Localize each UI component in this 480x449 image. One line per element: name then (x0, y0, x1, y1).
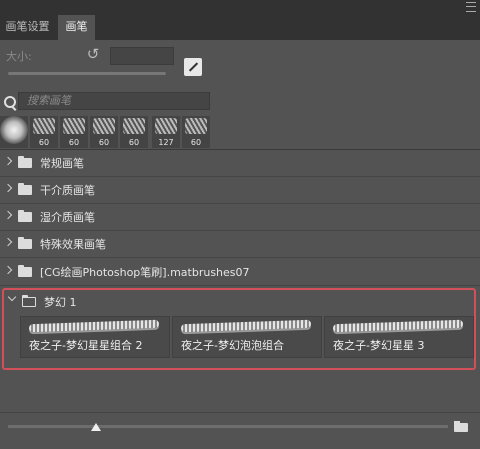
tab-brush-settings[interactable]: 画笔设置 (0, 15, 55, 40)
brush-group-row-expanded[interactable]: 梦幻 1 (4, 289, 474, 315)
brush-edit-icon[interactable] (184, 58, 202, 76)
search-icon (4, 96, 16, 108)
chevron-right-icon[interactable] (3, 237, 13, 247)
folder-icon (18, 265, 32, 277)
preset-size: 60 (68, 138, 80, 147)
reset-icon[interactable]: ↺ (84, 46, 102, 62)
brush-name: 夜之子-梦幻星星 3 (333, 339, 425, 352)
brush-stroke-preview (180, 319, 312, 333)
brush-preset[interactable]: 60 (90, 116, 118, 148)
chevron-right-icon[interactable] (3, 265, 13, 275)
textured-brush-icon (93, 118, 115, 134)
preview-size-slider[interactable] (8, 425, 448, 428)
preset-size: 60 (190, 138, 202, 147)
chevron-right-icon[interactable] (3, 183, 13, 193)
panel-footer (0, 412, 480, 449)
preset-size: 60 (98, 138, 110, 147)
brush-group-row[interactable]: [CG绘画Photoshop笔刷].matbrushes07 (0, 259, 480, 286)
preset-size: 60 (128, 138, 140, 147)
brush-group-row[interactable]: 干介质画笔 (0, 177, 480, 204)
panel-tab-bar: 画笔设置 画笔 (0, 0, 480, 40)
brush-tile[interactable]: 夜之子-梦幻泡泡组合 (172, 316, 322, 358)
brush-group-label: 梦幻 1 (44, 296, 77, 309)
folder-icon (18, 210, 32, 222)
size-input[interactable] (110, 47, 174, 65)
brush-preset[interactable]: 60 (120, 116, 148, 148)
chevron-right-icon[interactable] (3, 210, 13, 220)
textured-brush-icon (33, 118, 55, 134)
preset-size: 60 (38, 138, 50, 147)
brush-group-label: [CG绘画Photoshop笔刷].matbrushes07 (40, 266, 250, 279)
textured-brush-icon (123, 118, 145, 134)
brush-group-label: 湿介质画笔 (40, 211, 95, 224)
chevron-right-icon[interactable] (3, 156, 13, 166)
brush-stroke-preview (332, 319, 464, 333)
textured-brush-icon (63, 118, 85, 134)
brush-preset[interactable]: 60 (30, 116, 58, 148)
new-group-folder-icon[interactable] (454, 421, 468, 432)
brush-group-row[interactable]: 特殊效果画笔 (0, 231, 480, 258)
brush-preset[interactable]: 60 (60, 116, 88, 148)
size-label: 大小: (6, 50, 32, 63)
soft-round-brush-icon (0, 116, 28, 144)
tab-brushes[interactable]: 画笔 (58, 15, 95, 40)
panel-menu-icon[interactable] (466, 2, 476, 12)
brush-group-label: 特殊效果画笔 (40, 238, 106, 251)
textured-brush-icon (185, 118, 207, 134)
brush-preset[interactable]: 127 (152, 116, 180, 148)
slider-handle[interactable] (91, 423, 101, 431)
chevron-down-icon[interactable] (7, 292, 17, 302)
brush-tile[interactable]: 夜之子-梦幻星星组合 2 (20, 316, 170, 358)
brush-group-label: 干介质画笔 (40, 184, 95, 197)
folder-icon (18, 156, 32, 168)
brush-group-row[interactable]: 常规画笔 (0, 150, 480, 177)
folder-icon (18, 237, 32, 249)
preset-size: 127 (158, 138, 174, 147)
brush-group-label: 常规画笔 (40, 157, 84, 170)
brush-stroke-preview (28, 319, 160, 333)
brush-tile[interactable]: 夜之子-梦幻星星 3 (324, 316, 474, 358)
brush-group-row[interactable]: 湿介质画笔 (0, 204, 480, 231)
brush-name: 夜之子-梦幻星星组合 2 (29, 339, 143, 352)
textured-brush-icon (155, 118, 177, 134)
size-slider[interactable] (8, 72, 166, 75)
brush-name: 夜之子-梦幻泡泡组合 (181, 339, 284, 352)
brush-preset[interactable] (0, 116, 28, 148)
folder-open-icon (22, 295, 36, 307)
search-input[interactable]: 搜索画笔 (18, 92, 210, 110)
brush-preset[interactable]: 60 (182, 116, 210, 148)
folder-icon (18, 183, 32, 195)
